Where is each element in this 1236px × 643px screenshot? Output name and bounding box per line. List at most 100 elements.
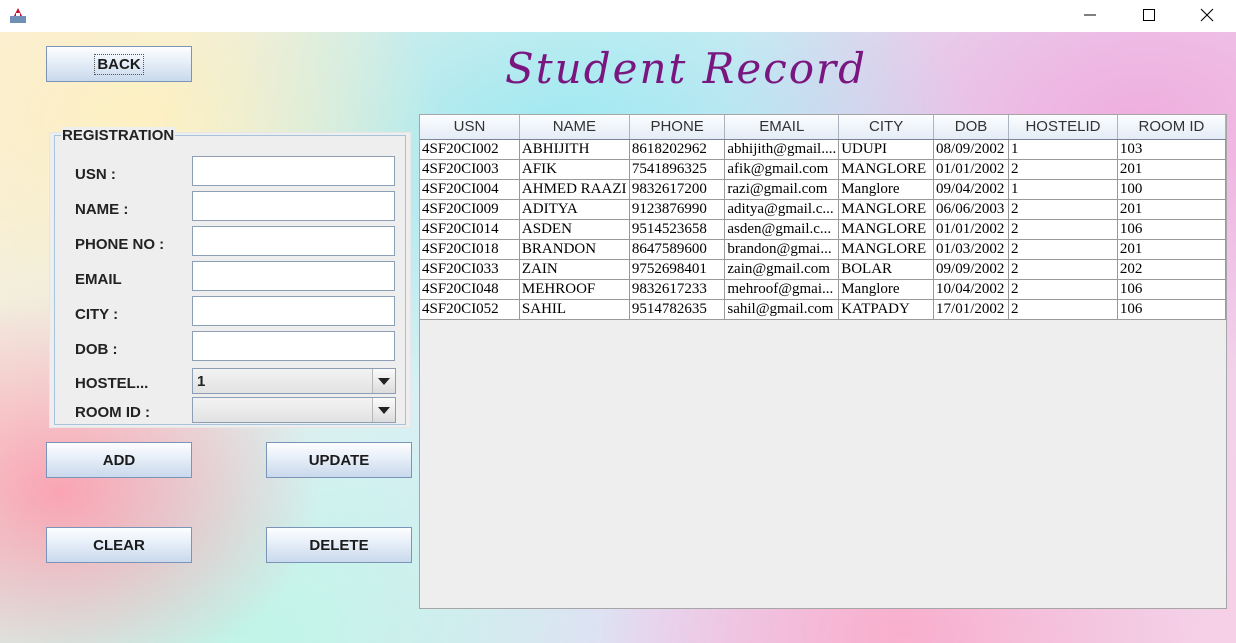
column-header-name[interactable]: NAME — [519, 115, 630, 140]
close-icon[interactable] — [1178, 0, 1236, 30]
usn-field[interactable] — [192, 156, 395, 186]
phone-field[interactable] — [192, 226, 395, 256]
chevron-down-icon[interactable] — [372, 398, 395, 422]
table-cell[interactable]: AHMED RAAZI — [519, 179, 630, 200]
table-cell[interactable]: 201 — [1117, 239, 1227, 260]
email-field[interactable] — [192, 261, 395, 291]
table-cell[interactable]: 4SF20CI048 — [420, 279, 520, 300]
table-cell[interactable]: 103 — [1117, 139, 1227, 160]
table-cell[interactable]: zain@gmail.com — [724, 259, 840, 280]
table-cell[interactable]: 201 — [1117, 159, 1227, 180]
table-cell[interactable]: 9832617200 — [629, 179, 726, 200]
table-cell[interactable]: 4SF20CI052 — [420, 299, 520, 320]
table-cell[interactable]: sahil@gmail.com — [724, 299, 840, 320]
table-cell[interactable]: BOLAR — [838, 259, 935, 280]
table-cell[interactable]: ZAIN — [519, 259, 630, 280]
table-row[interactable]: 4SF20CI002 ABHIJITH 8618202962 abhijith@… — [420, 139, 1227, 160]
table-cell[interactable]: abhijith@gmail.... — [724, 139, 840, 160]
table-cell[interactable]: 2 — [1008, 259, 1118, 280]
table-cell[interactable]: MANGLORE — [838, 239, 935, 260]
table-cell[interactable]: brandon@gmai... — [724, 239, 840, 260]
name-field[interactable] — [192, 191, 395, 221]
table-row[interactable]: 4SF20CI048 MEHROOF 9832617233 mehroof@gm… — [420, 279, 1227, 300]
room-select[interactable] — [192, 397, 396, 423]
table-cell[interactable]: 9832617233 — [629, 279, 726, 300]
table-cell[interactable]: razi@gmail.com — [724, 179, 840, 200]
table-cell[interactable]: asden@gmail.c... — [724, 219, 840, 240]
table-cell[interactable]: 9123876990 — [629, 199, 726, 220]
table-cell[interactable]: 2 — [1008, 159, 1118, 180]
table-cell[interactable]: afik@gmail.com — [724, 159, 840, 180]
table-cell[interactable]: ADITYA — [519, 199, 630, 220]
table-cell[interactable]: MEHROOF — [519, 279, 630, 300]
table-cell[interactable]: 2 — [1008, 299, 1118, 320]
table-cell[interactable]: 06/06/2003 — [933, 199, 1009, 220]
dob-field[interactable] — [192, 331, 395, 361]
table-cell[interactable]: 106 — [1117, 219, 1227, 240]
column-header-hostelid[interactable]: HOSTELID — [1008, 115, 1118, 140]
table-cell[interactable]: 2 — [1008, 199, 1118, 220]
table-cell[interactable]: 4SF20CI004 — [420, 179, 520, 200]
table-cell[interactable]: 10/04/2002 — [933, 279, 1009, 300]
hostel-select[interactable]: 1 — [192, 368, 396, 394]
table-cell[interactable]: BRANDON — [519, 239, 630, 260]
add-button[interactable]: ADD — [46, 442, 192, 478]
table-cell[interactable]: 9514782635 — [629, 299, 726, 320]
table-cell[interactable]: 01/03/2002 — [933, 239, 1009, 260]
table-row[interactable]: 4SF20CI033 ZAIN 9752698401 zain@gmail.co… — [420, 259, 1227, 280]
table-cell[interactable]: 09/04/2002 — [933, 179, 1009, 200]
table-cell[interactable]: 09/09/2002 — [933, 259, 1009, 280]
table-cell[interactable]: 4SF20CI033 — [420, 259, 520, 280]
table-cell[interactable]: ABHIJITH — [519, 139, 630, 160]
table-cell[interactable]: Manglore — [838, 179, 935, 200]
table-cell[interactable]: 8618202962 — [629, 139, 726, 160]
column-header-usn[interactable]: USN — [420, 115, 520, 140]
table-cell[interactable]: AFIK — [519, 159, 630, 180]
table-cell[interactable]: ASDEN — [519, 219, 630, 240]
table-cell[interactable]: 100 — [1117, 179, 1227, 200]
table-cell[interactable]: UDUPI — [838, 139, 935, 160]
maximize-icon[interactable] — [1120, 0, 1178, 30]
table-cell[interactable]: 17/01/2002 — [933, 299, 1009, 320]
table-cell[interactable]: 4SF20CI002 — [420, 139, 520, 160]
table-cell[interactable]: 2 — [1008, 239, 1118, 260]
table-cell[interactable]: mehroof@gmai... — [724, 279, 840, 300]
table-cell[interactable]: 08/09/2002 — [933, 139, 1009, 160]
table-cell[interactable]: 4SF20CI014 — [420, 219, 520, 240]
minimize-icon[interactable] — [1061, 0, 1119, 30]
table-cell[interactable]: 4SF20CI018 — [420, 239, 520, 260]
column-header-email[interactable]: EMAIL — [724, 115, 840, 140]
table-cell[interactable]: KATPADY — [838, 299, 935, 320]
table-cell[interactable]: 9752698401 — [629, 259, 726, 280]
table-cell[interactable]: MANGLORE — [838, 219, 935, 240]
table-cell[interactable]: 202 — [1117, 259, 1227, 280]
table-row[interactable]: 4SF20CI014 ASDEN 9514523658 asden@gmail.… — [420, 219, 1227, 240]
table-row[interactable]: 4SF20CI009 ADITYA 9123876990 aditya@gmai… — [420, 199, 1227, 220]
table-cell[interactable]: MANGLORE — [838, 159, 935, 180]
table-cell[interactable]: 1 — [1008, 179, 1118, 200]
table-cell[interactable]: 4SF20CI009 — [420, 199, 520, 220]
table-row[interactable]: 4SF20CI004 AHMED RAAZI 9832617200 razi@g… — [420, 179, 1227, 200]
column-header-room-id[interactable]: ROOM ID — [1117, 115, 1227, 140]
city-field[interactable] — [192, 296, 395, 326]
table-cell[interactable]: 9514523658 — [629, 219, 726, 240]
table-cell[interactable]: 7541896325 — [629, 159, 726, 180]
table-cell[interactable]: 01/01/2002 — [933, 159, 1009, 180]
table-cell[interactable]: 8647589600 — [629, 239, 726, 260]
clear-button[interactable]: CLEAR — [46, 527, 192, 563]
table-cell[interactable]: 2 — [1008, 219, 1118, 240]
table-cell[interactable]: 01/01/2002 — [933, 219, 1009, 240]
table-row[interactable]: 4SF20CI052 SAHIL 9514782635 sahil@gmail.… — [420, 299, 1227, 320]
back-button[interactable]: BACK — [46, 46, 192, 82]
table-cell[interactable]: Manglore — [838, 279, 935, 300]
table-row[interactable]: 4SF20CI018 BRANDON 8647589600 brandon@gm… — [420, 239, 1227, 260]
table-cell[interactable]: 201 — [1117, 199, 1227, 220]
table-row[interactable]: 4SF20CI003 AFIK 7541896325 afik@gmail.co… — [420, 159, 1227, 180]
table-cell[interactable]: MANGLORE — [838, 199, 935, 220]
chevron-down-icon[interactable] — [372, 369, 395, 393]
table-cell[interactable]: aditya@gmail.c... — [724, 199, 840, 220]
table-cell[interactable]: 1 — [1008, 139, 1118, 160]
table-cell[interactable]: 2 — [1008, 279, 1118, 300]
column-header-phone[interactable]: PHONE — [629, 115, 726, 140]
table-cell[interactable]: 4SF20CI003 — [420, 159, 520, 180]
